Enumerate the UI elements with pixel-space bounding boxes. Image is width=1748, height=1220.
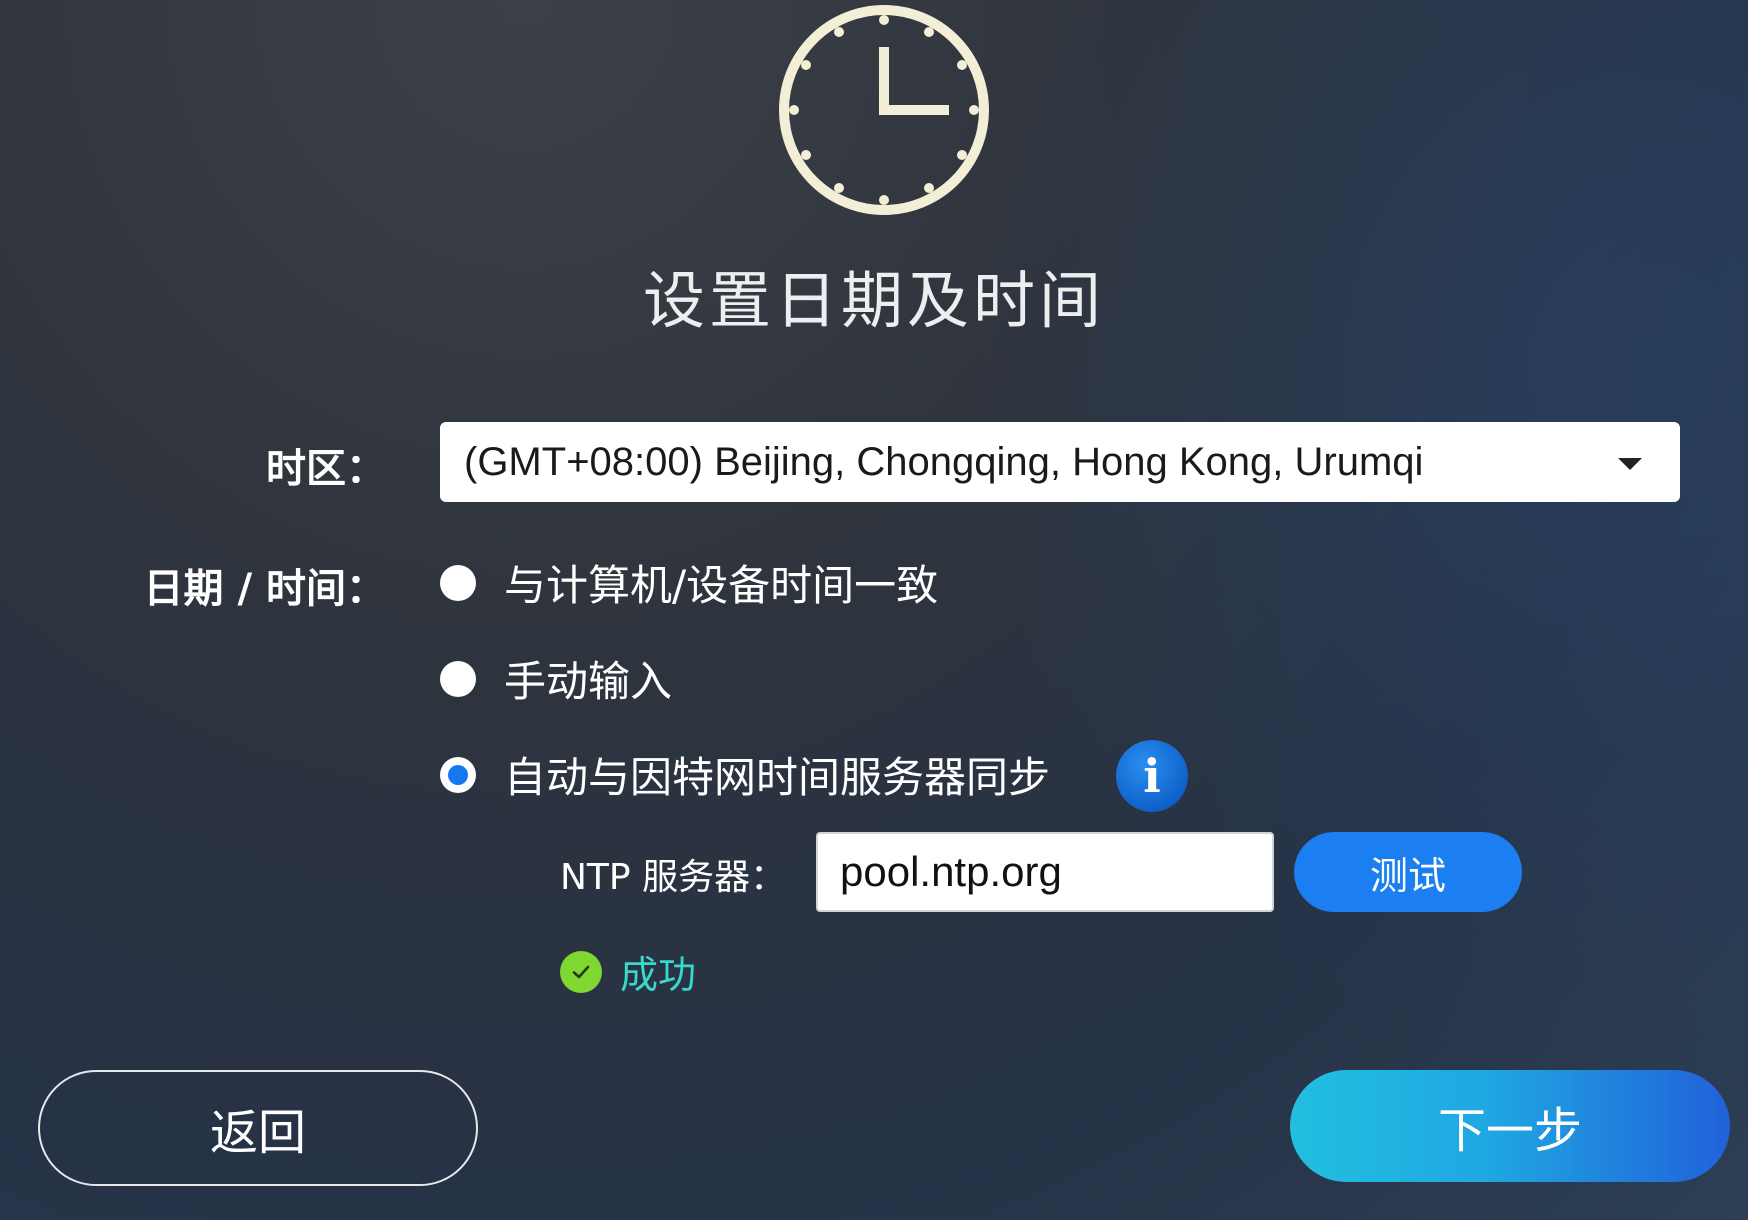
radio-option-sync-device[interactable]: 与计算机/设备时间一致 bbox=[440, 552, 938, 613]
ntp-server-input[interactable] bbox=[816, 832, 1274, 912]
check-circle-icon bbox=[560, 950, 602, 993]
page-title: 设置日期及时间 bbox=[642, 264, 1105, 337]
radio-option-label: 自动与因特网时间服务器同步 bbox=[504, 753, 1051, 802]
radio-option-manual[interactable]: 手动输入 bbox=[440, 648, 672, 709]
ntp-server-label: NTP 服务器： bbox=[560, 857, 787, 898]
test-button[interactable]: 测试 bbox=[1294, 832, 1522, 912]
datetime-label: 日期 / 时间： bbox=[143, 566, 386, 612]
chevron-down-icon bbox=[1618, 458, 1642, 470]
ntp-status: 成功 bbox=[560, 944, 696, 999]
radio-button[interactable] bbox=[440, 660, 476, 697]
timezone-label: 时区： bbox=[266, 446, 386, 492]
status-text: 成功 bbox=[620, 953, 697, 997]
radio-option-ntp-sync[interactable]: 自动与因特网时间服务器同步 bbox=[440, 744, 1050, 805]
radio-option-label: 与计算机/设备时间一致 bbox=[504, 561, 939, 610]
clock-icon bbox=[779, 5, 989, 215]
timezone-select[interactable]: (GMT+08:00) Beijing, Chongqing, Hong Kon… bbox=[440, 422, 1680, 502]
radio-option-label: 手动输入 bbox=[504, 657, 673, 706]
radio-button-selected[interactable] bbox=[440, 756, 476, 793]
next-button[interactable]: 下一步 bbox=[1290, 1070, 1730, 1182]
radio-button[interactable] bbox=[440, 564, 476, 601]
info-glyph: i bbox=[1143, 749, 1161, 803]
timezone-select-value: (GMT+08:00) Beijing, Chongqing, Hong Kon… bbox=[464, 439, 1424, 484]
back-button[interactable]: 返回 bbox=[38, 1070, 478, 1186]
info-icon[interactable]: i bbox=[1116, 740, 1188, 812]
